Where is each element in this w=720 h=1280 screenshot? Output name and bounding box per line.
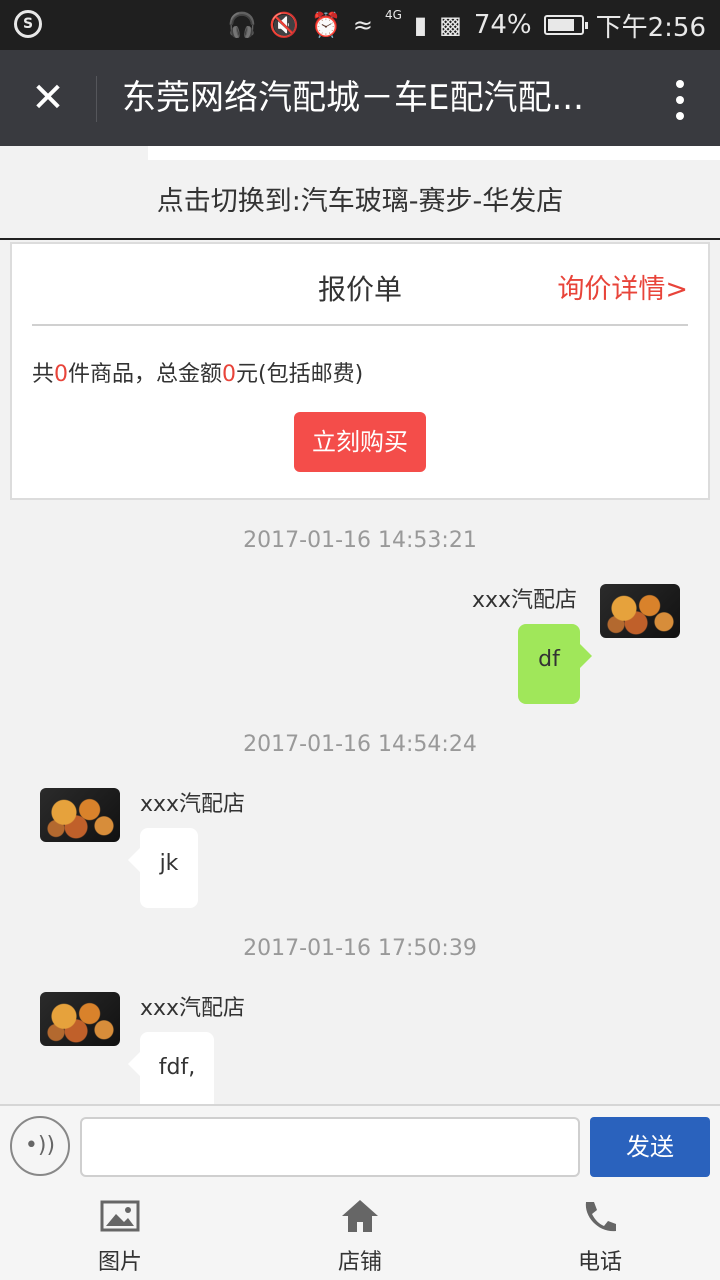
item-count: 0 bbox=[54, 362, 69, 387]
nav-item-phone[interactable]: 电话 bbox=[540, 1186, 660, 1280]
battery-icon bbox=[543, 15, 588, 35]
bottom-nav: 图片 店铺 电话 bbox=[0, 1186, 720, 1280]
message-timestamp: 2017-01-16 14:53:21 bbox=[243, 528, 477, 553]
sender-name: xxx汽配店 bbox=[140, 996, 246, 1021]
input-bar: •)) 发送 bbox=[0, 1104, 720, 1186]
inquiry-details-link[interactable]: 询价详情> bbox=[557, 244, 688, 336]
buy-now-button[interactable]: 立刻购买 bbox=[294, 412, 426, 472]
nav-item-store[interactable]: 店铺 bbox=[300, 1186, 420, 1280]
mute-icon: 🔇 bbox=[269, 11, 299, 39]
clock: 下午2:56 bbox=[595, 12, 706, 43]
phone-icon bbox=[585, 1202, 616, 1232]
total-amount: 0 bbox=[222, 362, 237, 387]
avatar[interactable] bbox=[40, 992, 120, 1046]
message-input[interactable] bbox=[80, 1117, 580, 1177]
sim-icon: ▩ bbox=[439, 11, 462, 39]
message-timestamp: 2017-01-16 14:54:24 bbox=[243, 732, 477, 757]
message-bubble[interactable]: jk bbox=[128, 828, 198, 908]
image-icon bbox=[100, 1200, 140, 1232]
app-notification-icon: S bbox=[14, 10, 42, 38]
avatar[interactable] bbox=[600, 584, 680, 638]
headphones-icon: 🎧 bbox=[227, 11, 258, 39]
nav-label: 店铺 bbox=[337, 1250, 382, 1275]
network-type: 4G bbox=[384, 8, 402, 22]
nav-label: 图片 bbox=[97, 1250, 142, 1275]
quote-card: 报价单 询价详情> 共0件商品，总金额0元(包括邮费) 立刻购买 bbox=[10, 242, 710, 500]
nav-label: 电话 bbox=[577, 1250, 622, 1275]
summary-suffix: 元(包括邮费) bbox=[236, 362, 364, 387]
message-timestamp: 2017-01-16 17:50:39 bbox=[243, 936, 477, 961]
divider bbox=[96, 76, 97, 122]
switch-store-link[interactable]: 点击切换到:汽车玻璃-赛步-华发店 bbox=[0, 160, 720, 240]
status-icons: 🎧 🔇 ⏰ ≈ 4G ▮ ▩ 74% 下午2:56 bbox=[227, 0, 706, 50]
quote-card-header: 报价单 询价详情> bbox=[32, 244, 688, 326]
avatar[interactable] bbox=[40, 788, 120, 842]
status-bar: S 🎧 🔇 ⏰ ≈ 4G ▮ ▩ 74% 下午2:56 bbox=[0, 0, 720, 50]
page-title: 东莞网络汽配城－车E配汽配... bbox=[122, 78, 584, 118]
summary-middle: 件商品，总金额 bbox=[68, 362, 223, 387]
sender-name: xxx汽配店 bbox=[472, 588, 578, 613]
voice-icon[interactable]: •)) bbox=[10, 1116, 70, 1176]
header-strip bbox=[148, 146, 720, 160]
wifi-icon: ≈ bbox=[352, 11, 373, 39]
send-button[interactable]: 发送 bbox=[590, 1117, 710, 1177]
sender-name: xxx汽配店 bbox=[140, 792, 246, 817]
message-bubble[interactable]: df bbox=[518, 624, 592, 704]
quote-summary: 共0件商品，总金额0元(包括邮费) bbox=[32, 356, 363, 388]
nav-item-images[interactable]: 图片 bbox=[60, 1186, 180, 1280]
close-icon[interactable]: ✕ bbox=[28, 78, 68, 118]
alarm-icon: ⏰ bbox=[310, 11, 341, 39]
home-icon bbox=[342, 1200, 378, 1232]
message-bubble[interactable]: fdf, bbox=[128, 1032, 214, 1104]
summary-prefix: 共 bbox=[32, 362, 55, 387]
battery-percent: 74% bbox=[473, 10, 532, 40]
signal-icon: ▮ bbox=[413, 11, 428, 39]
more-menu-icon[interactable] bbox=[676, 80, 684, 120]
title-bar: ✕ 东莞网络汽配城－车E配汽配... bbox=[0, 50, 720, 146]
